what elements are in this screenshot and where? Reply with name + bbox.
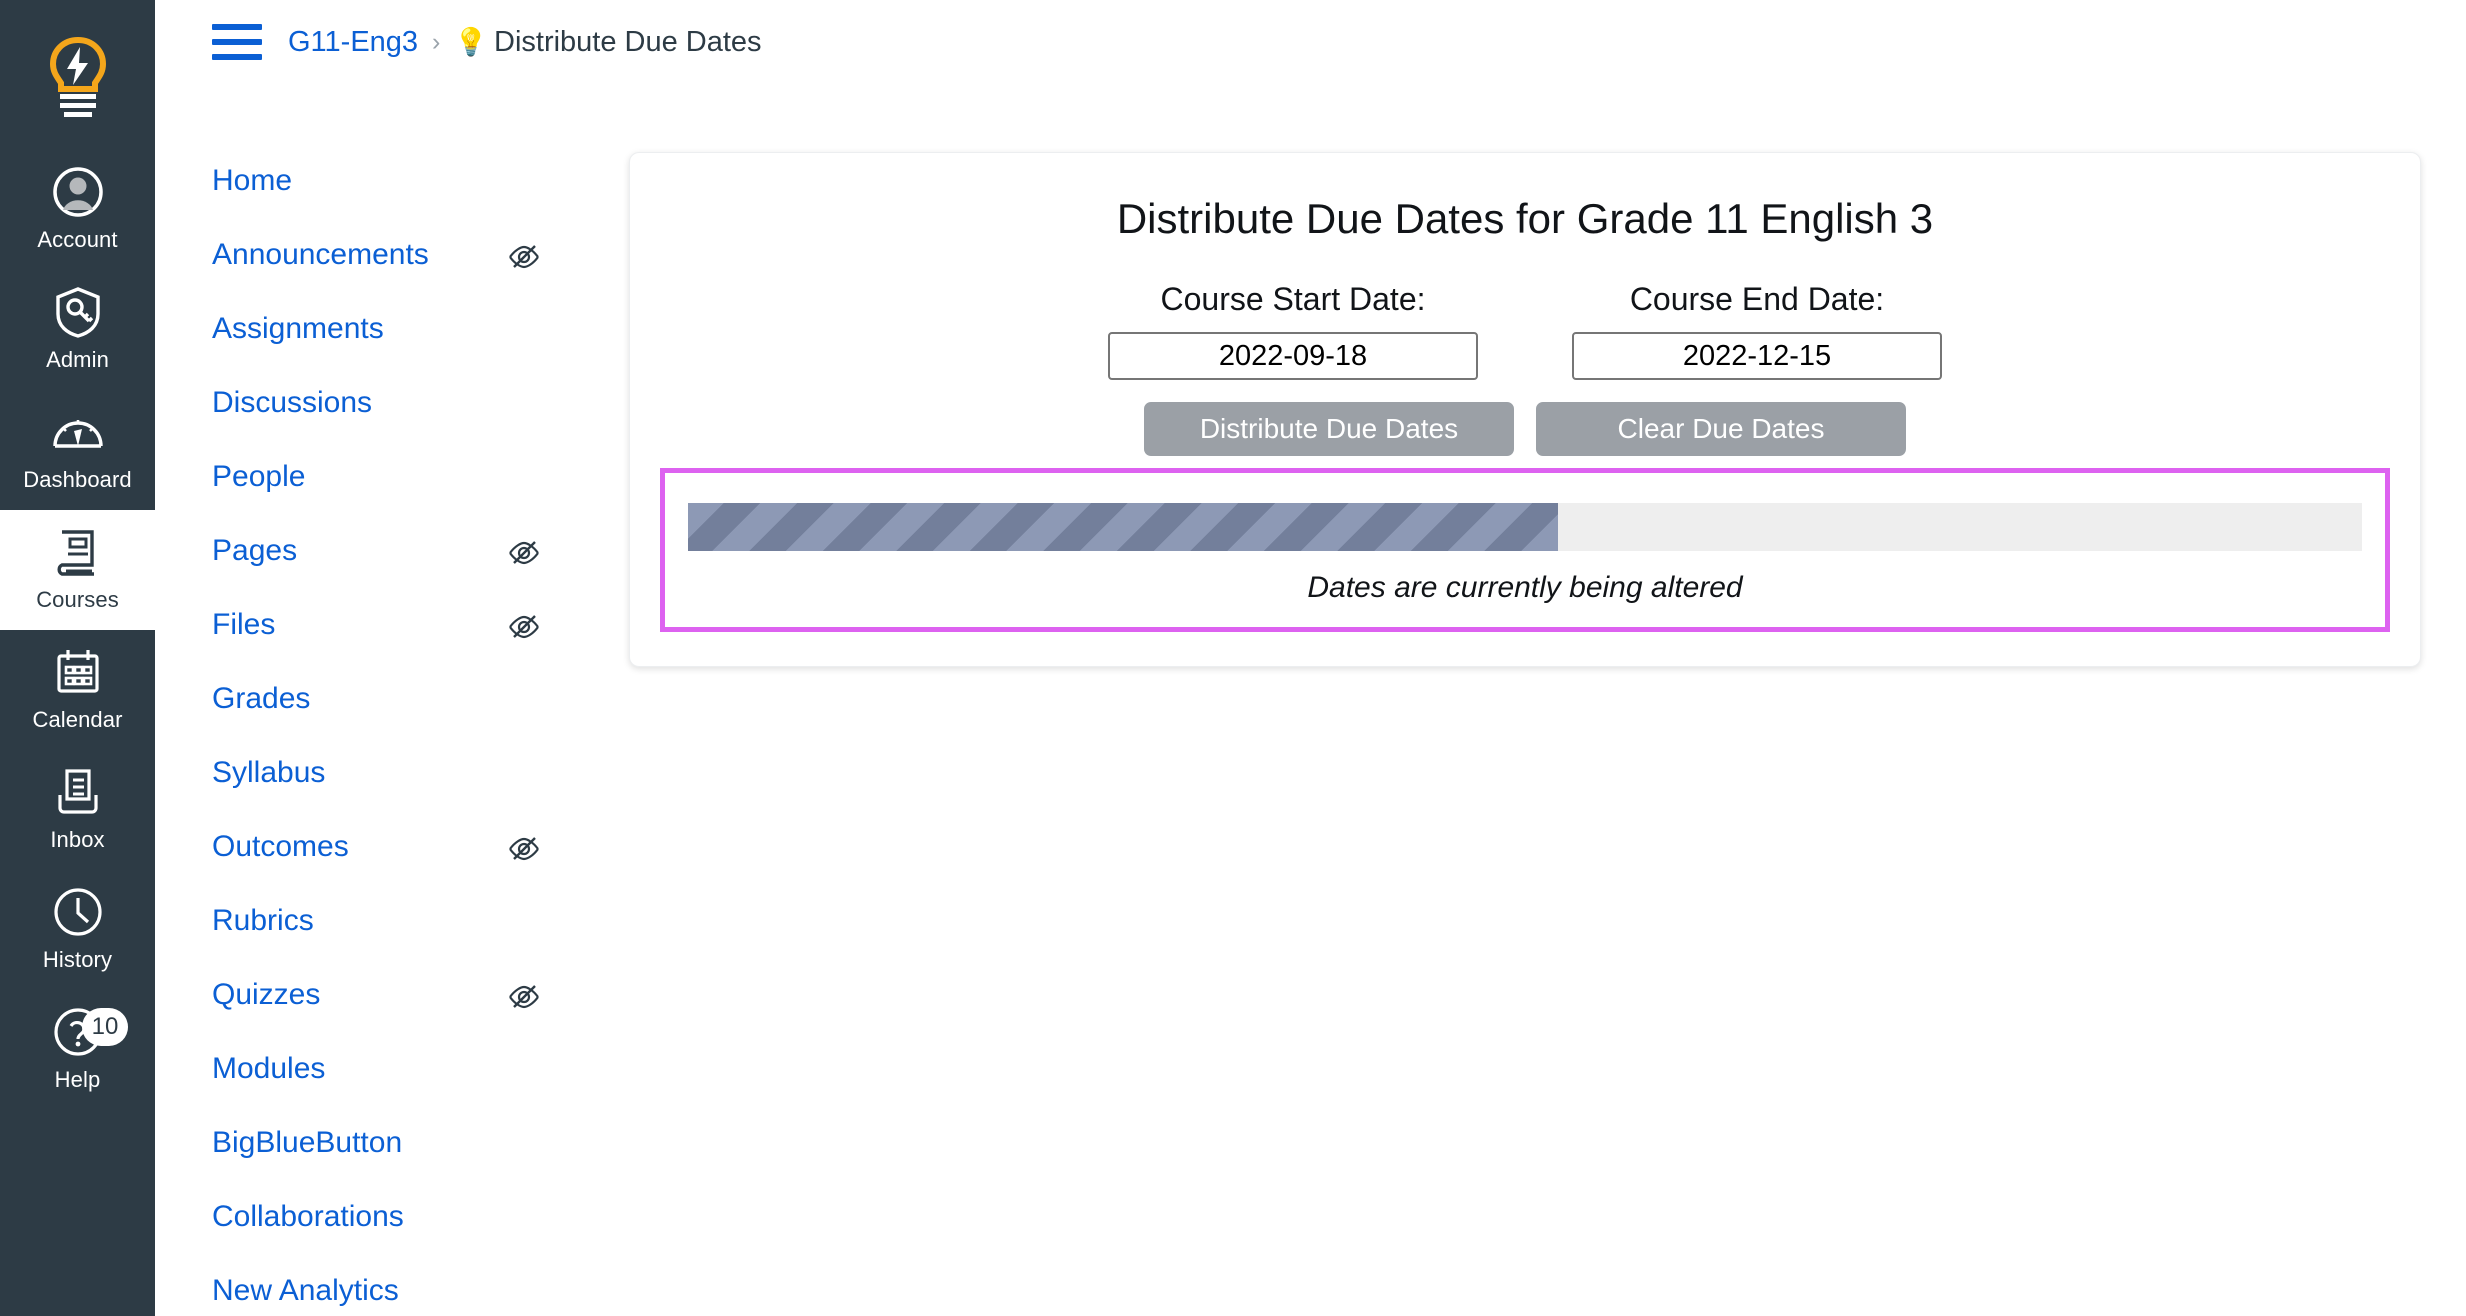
eye-slash-hidden-icon (509, 615, 539, 639)
book-icon (55, 526, 101, 578)
shield-key-icon (54, 286, 102, 338)
course-nav-label: Pages (212, 534, 298, 567)
eye-slash-hidden-icon (509, 985, 539, 1009)
course-nav-item-syllabus[interactable]: Syllabus (212, 736, 607, 810)
global-nav-item-account[interactable]: Account (0, 150, 155, 270)
action-buttons-row: Distribute Due Dates Clear Due Dates (660, 402, 2390, 456)
course-nav-item-outcomes[interactable]: Outcomes (212, 810, 607, 884)
content-row: Home Announcements Assignments Discussio… (155, 84, 2466, 1316)
main-region: G11-Eng3 › 💡 Distribute Due Dates Home A… (155, 0, 2466, 1316)
end-date-field-group: Course End Date: (1572, 281, 1942, 380)
progress-bar-fill (688, 503, 1559, 551)
gauge-dashboard-icon (51, 406, 105, 458)
course-nav-label: Syllabus (212, 756, 326, 789)
global-nav-label: Help (54, 1067, 101, 1092)
course-nav-item-grades[interactable]: Grades (212, 662, 607, 736)
global-nav-label: Admin (46, 347, 109, 372)
clock-icon (53, 886, 103, 938)
course-nav-item-assignments[interactable]: Assignments (212, 292, 607, 366)
course-nav-label: Discussions (212, 386, 373, 419)
course-nav-item-collaborations[interactable]: Collaborations (212, 1180, 607, 1254)
course-nav-item-files[interactable]: Files (212, 588, 607, 662)
clear-due-dates-button[interactable]: Clear Due Dates (1536, 402, 1906, 456)
global-nav-label: Dashboard (23, 467, 132, 492)
breadcrumb-current-page: 💡 Distribute Due Dates (454, 26, 761, 59)
app-root: Account Admin Dashboard Courses Calendar… (0, 0, 2466, 1316)
eye-slash-hidden-icon (509, 541, 539, 565)
course-nav-item-quizzes[interactable]: Quizzes (212, 958, 607, 1032)
course-nav-label: Quizzes (212, 978, 321, 1011)
breadcrumb-current-label: Distribute Due Dates (494, 25, 762, 58)
course-nav-label: BigBlueButton (212, 1126, 403, 1159)
user-avatar-icon (52, 166, 104, 218)
course-nav-label: Announcements (212, 238, 429, 271)
course-nav-label: Rubrics (212, 904, 314, 937)
course-nav-item-people[interactable]: People (212, 440, 607, 514)
hamburger-line (212, 54, 262, 60)
course-start-date-input[interactable] (1108, 332, 1478, 380)
global-nav-item-courses[interactable]: Courses (0, 510, 155, 630)
eye-slash-hidden-icon (509, 245, 539, 269)
course-nav-item-new-analytics[interactable]: New Analytics (212, 1254, 607, 1316)
course-nav-label: Home (212, 164, 293, 197)
course-nav-item-announcements[interactable]: Announcements (212, 218, 607, 292)
course-nav-label: Grades (212, 682, 311, 715)
progress-bar-track (688, 503, 2362, 551)
global-nav-item-help[interactable]: 10 Help (0, 990, 155, 1110)
card-wrapper: Distribute Due Dates for Grade 11 Englis… (607, 84, 2466, 1316)
course-nav-item-modules[interactable]: Modules (212, 1032, 607, 1106)
course-nav-label: Outcomes (212, 830, 349, 863)
course-nav-label: Modules (212, 1052, 326, 1085)
progress-status-text: Dates are currently being altered (1307, 571, 1743, 604)
start-date-label: Course Start Date: (1160, 281, 1426, 317)
distribute-due-dates-button[interactable]: Distribute Due Dates (1144, 402, 1514, 456)
hamburger-line (212, 39, 262, 45)
global-nav-item-calendar[interactable]: Calendar (0, 630, 155, 750)
global-nav-item-history[interactable]: History (0, 870, 155, 990)
hamburger-menu-icon[interactable] (212, 24, 262, 60)
global-nav-label: Calendar (32, 707, 123, 732)
inbox-tray-icon (54, 766, 102, 818)
course-nav-label: Files (212, 608, 276, 641)
canvas-lightbulb-logo[interactable] (0, 10, 155, 150)
course-nav-item-discussions[interactable]: Discussions (212, 366, 607, 440)
global-nav-label: Inbox (50, 827, 105, 852)
global-nav-item-dashboard[interactable]: Dashboard (0, 390, 155, 510)
breadcrumb-course-link[interactable]: G11-Eng3 (288, 26, 418, 59)
eye-slash-hidden-icon (509, 837, 539, 861)
help-badge-count: 10 (82, 1008, 128, 1046)
course-nav-label: Collaborations (212, 1200, 404, 1233)
date-fields-row: Course Start Date: Course End Date: (660, 281, 2390, 380)
course-nav-item-home[interactable]: Home (212, 144, 607, 218)
course-nav-item-rubrics[interactable]: Rubrics (212, 884, 607, 958)
course-nav-label: Assignments (212, 312, 384, 345)
course-end-date-input[interactable] (1572, 332, 1942, 380)
calendar-icon (54, 646, 102, 698)
end-date-label: Course End Date: (1629, 281, 1885, 317)
global-nav-label: History (42, 947, 113, 972)
page-title: Distribute Due Dates for Grade 11 Englis… (1116, 195, 1934, 242)
global-nav-item-inbox[interactable]: Inbox (0, 750, 155, 870)
course-nav-label: People (212, 460, 306, 493)
hamburger-line (212, 24, 262, 30)
start-date-field-group: Course Start Date: (1108, 281, 1478, 380)
breadcrumb: G11-Eng3 › 💡 Distribute Due Dates (288, 26, 762, 59)
breadcrumb-bar: G11-Eng3 › 💡 Distribute Due Dates (155, 0, 2466, 84)
course-navigation: Home Announcements Assignments Discussio… (212, 84, 607, 1316)
lightbulb-icon: 💡 (454, 27, 488, 57)
distribute-due-dates-card: Distribute Due Dates for Grade 11 Englis… (629, 152, 2421, 667)
global-nav-item-admin[interactable]: Admin (0, 270, 155, 390)
course-nav-item-pages[interactable]: Pages (212, 514, 607, 588)
global-navigation: Account Admin Dashboard Courses Calendar… (0, 0, 155, 1316)
course-nav-label: New Analytics (212, 1274, 399, 1307)
global-nav-label: Courses (36, 587, 119, 612)
breadcrumb-separator-icon: › (432, 27, 441, 56)
global-nav-label: Account (37, 227, 118, 252)
course-nav-item-bigbluebutton[interactable]: BigBlueButton (212, 1106, 607, 1180)
progress-highlight-box: Dates are currently being altered (660, 468, 2390, 632)
